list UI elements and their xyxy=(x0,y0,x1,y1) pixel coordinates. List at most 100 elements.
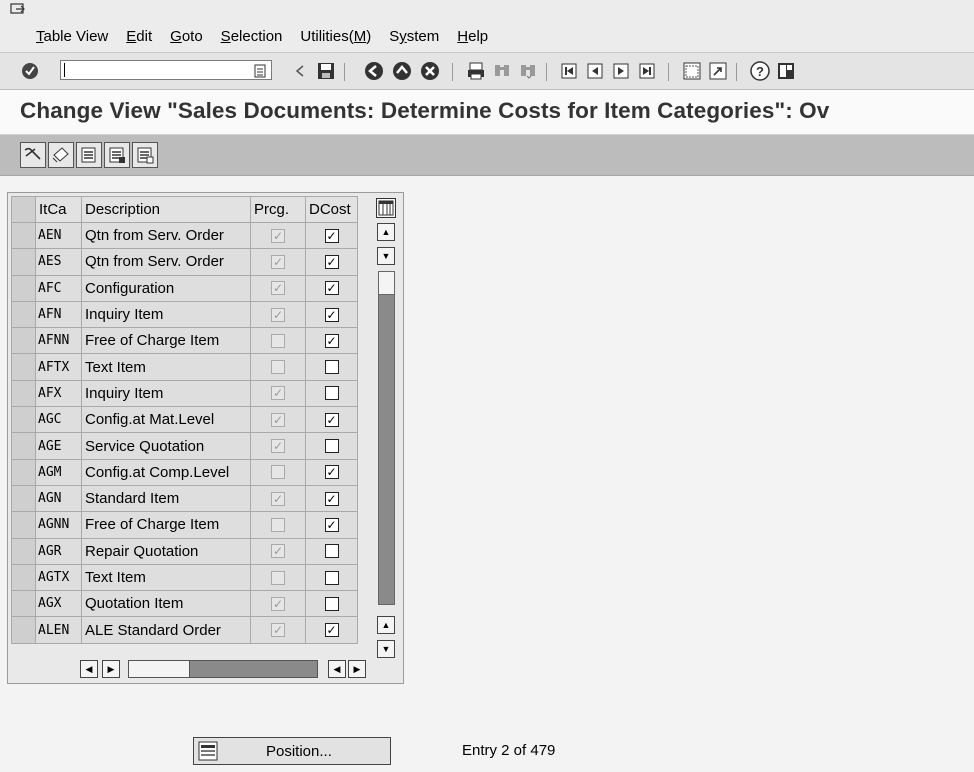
description-cell: Qtn from Serv. Order xyxy=(81,248,251,276)
column-header-dcost[interactable]: DCost xyxy=(305,196,358,223)
scroll-page-down-icon[interactable]: ▼ xyxy=(377,247,395,265)
secondary-horizontal-scrollbar[interactable]: ◀ ▶ xyxy=(328,660,368,678)
row-selector[interactable] xyxy=(11,248,36,276)
menu-item[interactable]: Edit xyxy=(126,28,152,45)
display-change-icon[interactable] xyxy=(20,142,46,168)
other-view-icon[interactable] xyxy=(48,142,74,168)
item-category-cell: AGC xyxy=(35,406,82,434)
history-icon[interactable] xyxy=(250,61,270,81)
scroll-thumb[interactable] xyxy=(379,272,394,295)
scroll-down-icon[interactable]: ▼ xyxy=(377,640,395,658)
row-selector[interactable] xyxy=(11,616,36,644)
column-settings-icon[interactable] xyxy=(376,198,396,218)
row-selector[interactable] xyxy=(11,406,36,434)
row-selector[interactable] xyxy=(11,300,36,329)
description-cell: Repair Quotation xyxy=(81,537,251,565)
select-all-column-header[interactable] xyxy=(11,196,36,223)
determine-cost-checkbox[interactable] xyxy=(324,544,339,559)
determine-cost-checkbox[interactable] xyxy=(324,360,339,375)
determine-cost-checkbox[interactable]: ✓ xyxy=(324,281,339,296)
help-icon[interactable]: ? xyxy=(750,61,770,81)
determine-cost-checkbox[interactable] xyxy=(324,386,339,401)
determine-cost-checkbox[interactable]: ✓ xyxy=(324,412,339,427)
row-selector[interactable] xyxy=(11,458,36,486)
scroll-right-icon[interactable]: ▶ xyxy=(348,660,366,678)
horizontal-scroll-track[interactable] xyxy=(128,660,318,678)
item-category-cell: ALEN xyxy=(35,616,82,644)
row-selector[interactable] xyxy=(11,274,36,302)
print-icon[interactable] xyxy=(466,61,486,81)
scroll-left-icon[interactable]: ◀ xyxy=(80,660,98,678)
row-selector[interactable] xyxy=(11,353,36,381)
find-next-icon[interactable] xyxy=(518,61,538,81)
menu-item[interactable]: System xyxy=(389,28,439,45)
menu-item[interactable]: Table View xyxy=(36,28,108,45)
position-icon xyxy=(198,741,218,761)
row-selector[interactable] xyxy=(11,432,36,460)
row-selector[interactable] xyxy=(11,379,36,408)
menu-item[interactable]: Goto xyxy=(170,28,203,45)
last-page-icon[interactable] xyxy=(638,61,658,81)
scroll-left-icon[interactable]: ◀ xyxy=(328,660,346,678)
next-page-icon[interactable] xyxy=(612,61,632,81)
determine-cost-checkbox[interactable]: ✓ xyxy=(324,307,339,322)
layout-icon[interactable] xyxy=(776,61,796,81)
column-header-itca[interactable]: ItCa xyxy=(35,196,82,223)
column-header-description[interactable]: Description xyxy=(81,196,251,223)
menu-item[interactable]: Utilities(M) xyxy=(300,28,371,45)
table-row: AGTX Text Item xyxy=(11,563,358,592)
find-icon[interactable] xyxy=(492,61,512,81)
menu-bar: Table View Edit Goto Selection Utilities(M) S… xyxy=(0,0,974,53)
scroll-page-up-icon[interactable]: ▲ xyxy=(377,223,395,241)
determine-cost-checkbox[interactable] xyxy=(324,439,339,454)
pricing-checkbox: ✓ xyxy=(271,254,285,269)
enter-icon[interactable] xyxy=(20,61,40,81)
vertical-scrollbar[interactable]: ▲ ▼ ▲ ▼ xyxy=(377,223,396,659)
scroll-up-icon[interactable]: ▲ xyxy=(377,616,395,634)
row-selector[interactable] xyxy=(11,537,36,565)
first-page-icon[interactable] xyxy=(560,61,580,81)
item-category-cell: AGE xyxy=(35,432,82,460)
shortcut-icon[interactable] xyxy=(708,61,728,81)
scroll-track[interactable] xyxy=(378,271,395,605)
row-selector[interactable] xyxy=(11,511,36,539)
back-arrow-icon[interactable] xyxy=(290,61,310,81)
menu-item[interactable]: Help xyxy=(457,28,488,45)
item-category-cell: AGNN xyxy=(35,511,82,539)
horizontal-scrollbar[interactable]: ◀ ▶ xyxy=(80,660,350,678)
previous-page-icon[interactable] xyxy=(586,61,606,81)
column-header-prcg[interactable]: Prcg. xyxy=(250,196,306,223)
determine-cost-checkbox[interactable]: ✓ xyxy=(324,465,339,480)
scroll-right-icon[interactable]: ▶ xyxy=(102,660,120,678)
determine-cost-checkbox[interactable]: ✓ xyxy=(324,254,339,269)
horizontal-scroll-thumb[interactable] xyxy=(129,661,190,677)
determine-cost-checkbox[interactable]: ✓ xyxy=(324,517,339,532)
select-block-icon[interactable] xyxy=(104,142,130,168)
command-field[interactable] xyxy=(60,60,272,80)
page-title: Change View "Sales Documents: Determine … xyxy=(20,98,830,123)
determine-cost-checkbox[interactable]: ✓ xyxy=(324,228,339,243)
determine-cost-checkbox[interactable] xyxy=(324,596,339,611)
menu-item[interactable]: Selection xyxy=(221,28,283,45)
determine-cost-checkbox[interactable]: ✓ xyxy=(324,623,339,638)
row-selector[interactable] xyxy=(11,484,36,513)
deselect-all-icon[interactable] xyxy=(132,142,158,168)
determine-cost-checkbox[interactable]: ✓ xyxy=(324,333,339,348)
pricing-checkbox: ✓ xyxy=(271,439,285,454)
exit-icon[interactable] xyxy=(392,61,412,81)
row-selector[interactable] xyxy=(11,221,36,250)
select-all-icon[interactable] xyxy=(76,142,102,168)
row-selector[interactable] xyxy=(11,590,36,618)
save-icon[interactable] xyxy=(316,61,336,81)
position-button[interactable]: Position... xyxy=(193,737,391,765)
pricing-checkbox xyxy=(271,465,285,480)
item-category-cell: AFNN xyxy=(35,327,82,355)
menu-icon[interactable] xyxy=(10,3,26,17)
cancel-icon[interactable] xyxy=(420,61,440,81)
determine-cost-checkbox[interactable] xyxy=(324,570,339,585)
row-selector[interactable] xyxy=(11,327,36,355)
determine-cost-checkbox[interactable]: ✓ xyxy=(324,491,339,506)
back-icon[interactable] xyxy=(364,61,384,81)
create-session-icon[interactable] xyxy=(682,61,702,81)
row-selector[interactable] xyxy=(11,563,36,592)
